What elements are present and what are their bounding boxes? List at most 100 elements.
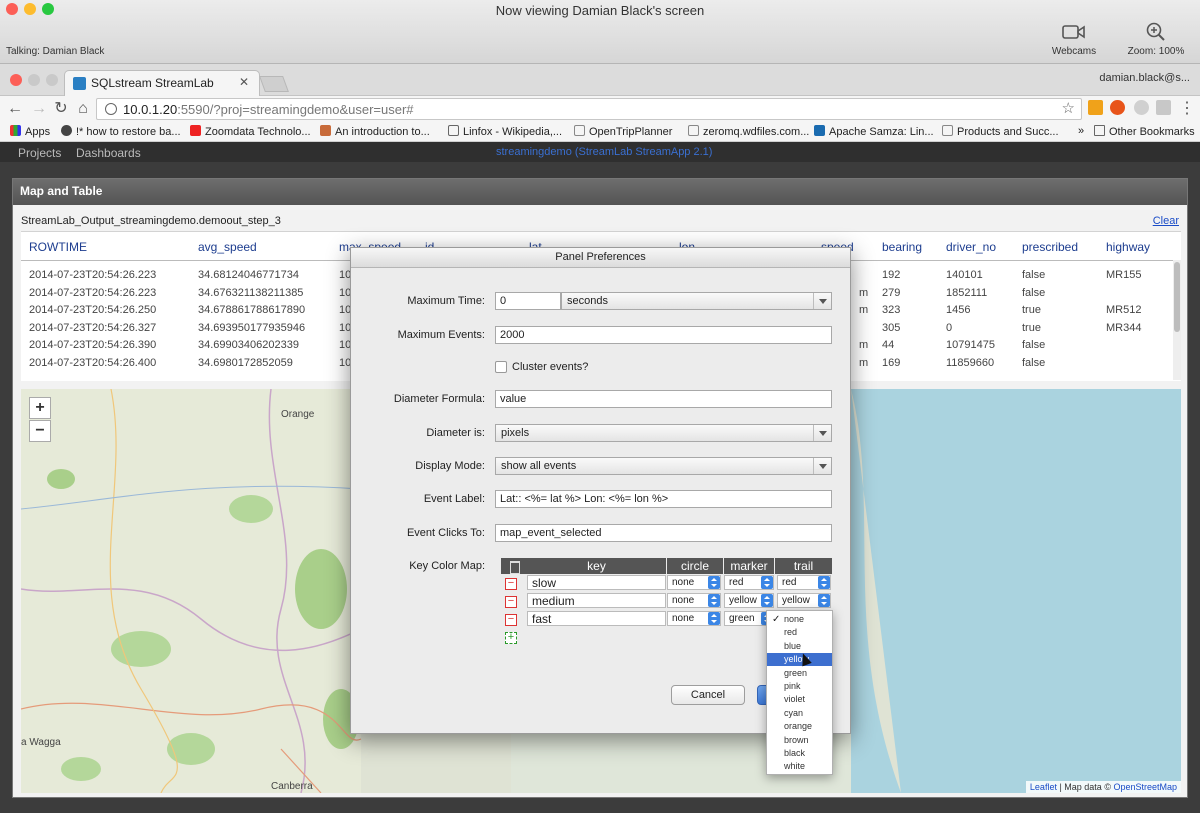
browser-maximize-button[interactable] — [46, 74, 58, 86]
max-time-input[interactable] — [495, 292, 561, 310]
cancel-button[interactable]: Cancel — [671, 685, 745, 705]
col-highway[interactable]: highway — [1106, 240, 1150, 254]
other-bookmarks[interactable]: Other Bookmarks — [1094, 125, 1195, 138]
diameter-is-select[interactable]: pixels — [495, 424, 832, 442]
dropdown-option-orange[interactable]: orange — [767, 720, 832, 733]
table-cell: false — [1022, 286, 1046, 299]
dropdown-option-blue[interactable]: blue — [767, 640, 832, 653]
kc-circle-select[interactable]: none — [667, 611, 721, 626]
bookmark-zoomdata[interactable]: Zoomdata Technolo... — [190, 125, 311, 138]
leaflet-link[interactable]: Leaflet — [1030, 782, 1057, 792]
bookmark-apps[interactable]: Apps — [10, 125, 50, 138]
webcams-button[interactable]: Webcams — [1034, 22, 1114, 57]
kc-key-medium[interactable]: medium — [527, 593, 666, 608]
kc-trail-select[interactable]: red — [777, 575, 831, 590]
nav-projects[interactable]: Projects — [18, 146, 61, 160]
table-scrollbar[interactable] — [1173, 260, 1181, 380]
nav-dashboards[interactable]: Dashboards — [76, 146, 141, 160]
bookmark-introduction[interactable]: An introduction to... — [320, 125, 430, 138]
table-cell: 34.693950177935946 — [198, 321, 306, 334]
dropdown-option-red[interactable]: red — [767, 626, 832, 639]
url-path: :5590/?proj=streamingdemo&user=user# — [177, 102, 414, 117]
dropdown-option-violet[interactable]: violet — [767, 693, 832, 706]
browser-close-button[interactable] — [10, 74, 22, 86]
bookmarks-overflow[interactable]: » — [1078, 125, 1084, 137]
kc-marker-select[interactable]: red — [724, 575, 774, 590]
extension-icon-3[interactable] — [1134, 100, 1149, 115]
add-row-button[interactable]: + — [505, 632, 517, 644]
trash-icon[interactable] — [501, 558, 527, 574]
table-cell: 1456 — [946, 304, 971, 316]
event-label-input[interactable] — [495, 490, 832, 508]
bookmark-star-icon[interactable]: ☆ — [1062, 99, 1075, 117]
col-prescribed[interactable]: prescribed — [1022, 240, 1078, 254]
home-icon[interactable]: ⌂ — [72, 98, 94, 120]
col-rowtime[interactable]: ROWTIME — [29, 240, 87, 254]
max-events-input[interactable] — [495, 326, 832, 344]
openstreetmap-link[interactable]: OpenStreetMap — [1113, 782, 1177, 792]
map-zoom-in-button[interactable]: + — [29, 397, 51, 419]
extension-fire-icon[interactable] — [1110, 100, 1125, 115]
profile-name[interactable]: damian.black@s... — [1099, 72, 1190, 84]
table-cell: 44 — [882, 339, 895, 351]
clear-link[interactable]: Clear — [1153, 215, 1179, 227]
bookmark-site-icon — [320, 125, 331, 136]
table-cell: MR512 — [1106, 304, 1142, 316]
page-icon — [574, 125, 585, 136]
reload-icon[interactable]: ↻ — [50, 98, 72, 120]
address-bar[interactable]: 10.0.1.20:5590/?proj=streamingdemo&user=… — [96, 98, 1082, 120]
kc-header-circle: circle — [667, 558, 723, 574]
max-events-label: Maximum Events: — [397, 329, 485, 341]
col-avg-speed[interactable]: avg_speed — [198, 240, 257, 254]
display-mode-label: Display Mode: — [415, 460, 485, 472]
dropdown-option-none[interactable]: none — [767, 613, 832, 626]
kc-key-fast[interactable]: fast — [527, 611, 666, 626]
extension-icon-4[interactable] — [1156, 100, 1171, 115]
dropdown-option-black[interactable]: black — [767, 747, 832, 760]
browser-minimize-button[interactable] — [28, 74, 40, 86]
back-arrow-icon[interactable]: ← — [4, 98, 26, 120]
event-clicks-input[interactable] — [495, 524, 832, 542]
remove-row-button[interactable]: − — [505, 578, 517, 590]
kc-key-slow[interactable]: slow — [527, 575, 666, 590]
col-bearing[interactable]: bearing — [882, 240, 922, 254]
kc-trail-select[interactable]: yellow — [777, 593, 831, 608]
remove-row-button[interactable]: − — [505, 614, 517, 626]
dropdown-option-green[interactable]: green — [767, 667, 832, 680]
kc-header-marker: marker — [724, 558, 774, 574]
active-tab[interactable]: SQLstream StreamLab ✕ — [64, 70, 260, 96]
map-attribution: Leaflet | Map data © OpenStreetMap — [1025, 781, 1181, 793]
dropdown-option-cyan[interactable]: cyan — [767, 707, 832, 720]
bookmark-zeromq[interactable]: zeromq.wdfiles.com... — [688, 125, 809, 138]
extension-icon-1[interactable] — [1088, 100, 1103, 115]
browser-menu-icon[interactable]: ⋮ — [1176, 98, 1198, 120]
dropdown-option-brown[interactable]: brown — [767, 734, 832, 747]
kc-circle-select[interactable]: none — [667, 593, 721, 608]
bookmark-samza[interactable]: Apache Samza: Lin... — [814, 125, 934, 138]
info-icon[interactable] — [105, 103, 117, 115]
cluster-events-checkbox[interactable] — [495, 361, 507, 373]
display-mode-select[interactable]: show all events — [495, 457, 832, 475]
table-cell: false — [1022, 269, 1046, 281]
bookmark-restore[interactable]: !* how to restore ba... — [61, 125, 181, 138]
wikipedia-icon — [448, 125, 459, 136]
remove-row-button[interactable]: − — [505, 596, 517, 608]
forward-arrow-icon[interactable]: → — [28, 98, 50, 120]
zoom-button[interactable]: Zoom: 100% — [1116, 22, 1196, 57]
table-cell: 2014-07-23T20:54:26.390 — [29, 339, 157, 351]
map-zoom-out-button[interactable]: − — [29, 420, 51, 442]
kc-marker-select[interactable]: yellow — [724, 593, 774, 608]
kc-circle-select[interactable]: none — [667, 575, 721, 590]
col-driver-no[interactable]: driver_no — [946, 240, 996, 254]
close-tab-icon[interactable]: ✕ — [239, 75, 249, 89]
table-cell: 305 — [882, 321, 901, 334]
bookmark-products[interactable]: Products and Succ... — [942, 125, 1059, 138]
bookmark-opentripplanner[interactable]: OpenTripPlanner — [574, 125, 672, 138]
dialog-title: Panel Preferences — [351, 248, 850, 268]
dropdown-option-white[interactable]: white — [767, 760, 832, 773]
dropdown-option-pink[interactable]: pink — [767, 680, 832, 693]
bookmark-linfox[interactable]: Linfox - Wikipedia,... — [448, 125, 562, 138]
new-tab-button[interactable] — [259, 76, 289, 92]
diameter-formula-input[interactable] — [495, 390, 832, 408]
max-time-unit-select[interactable]: seconds — [561, 292, 832, 310]
